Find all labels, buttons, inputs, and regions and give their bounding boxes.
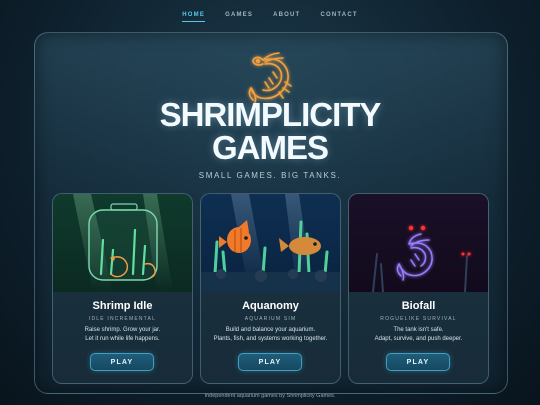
game-card-shrimp-idle: Shrimp Idle IDLE INCREMENTAL Raise shrim… xyxy=(52,193,193,384)
play-button-shrimp-idle[interactable]: PLAY xyxy=(90,353,154,371)
game-description-line-1: Raise shrimp. Grow your jar. xyxy=(84,327,161,333)
game-genre: AQUARIUM SIM xyxy=(244,316,297,322)
title-line-2: GAMES xyxy=(211,129,329,166)
game-title: Shrimp Idle xyxy=(92,300,153,312)
nav-games[interactable]: GAMES xyxy=(225,12,253,22)
nav-about[interactable]: ABOUT xyxy=(273,12,300,22)
game-description-line-2: Plants, fish, and systems working togeth… xyxy=(213,336,328,342)
play-button-biofall[interactable]: PLAY xyxy=(386,353,450,371)
game-genre: IDLE INCREMENTAL xyxy=(88,316,157,322)
site-title: SHRIMPLICITY GAMES xyxy=(0,98,540,164)
title-line-1: SHRIMPLICITY xyxy=(159,96,382,133)
game-card-biofall: Biofall ROGUELIKE SURVIVAL The tank isn'… xyxy=(348,193,489,384)
nav-home[interactable]: HOME xyxy=(182,12,206,22)
nav-contact[interactable]: CONTACT xyxy=(320,12,357,22)
neon-shrimp-icon xyxy=(349,194,488,292)
game-genre: ROGUELIKE SURVIVAL xyxy=(380,316,457,322)
game-description-line-2: Let it run while life happens. xyxy=(85,336,160,342)
top-nav: HOME GAMES ABOUT CONTACT xyxy=(0,12,540,22)
game-description-line-1: The tank isn't safe. xyxy=(393,327,444,333)
play-button-aquanomy[interactable]: PLAY xyxy=(238,353,302,371)
game-title: Aquanomy xyxy=(242,300,299,312)
game-description-line-2: Adapt, survive, and push deeper. xyxy=(374,336,463,342)
game-title: Biofall xyxy=(401,300,436,312)
game-description-line-1: Build and balance your aquarium. xyxy=(225,327,316,333)
shrimp-jar-icon xyxy=(53,194,192,292)
fish-icon xyxy=(201,194,340,292)
game-card-aquanomy: Aquanomy AQUARIUM SIM Build and balance … xyxy=(200,193,341,384)
tagline: SMALL GAMES. BIG TANKS. xyxy=(198,171,342,180)
footer-text: Independent aquarium games by Shrimplici… xyxy=(204,393,336,399)
